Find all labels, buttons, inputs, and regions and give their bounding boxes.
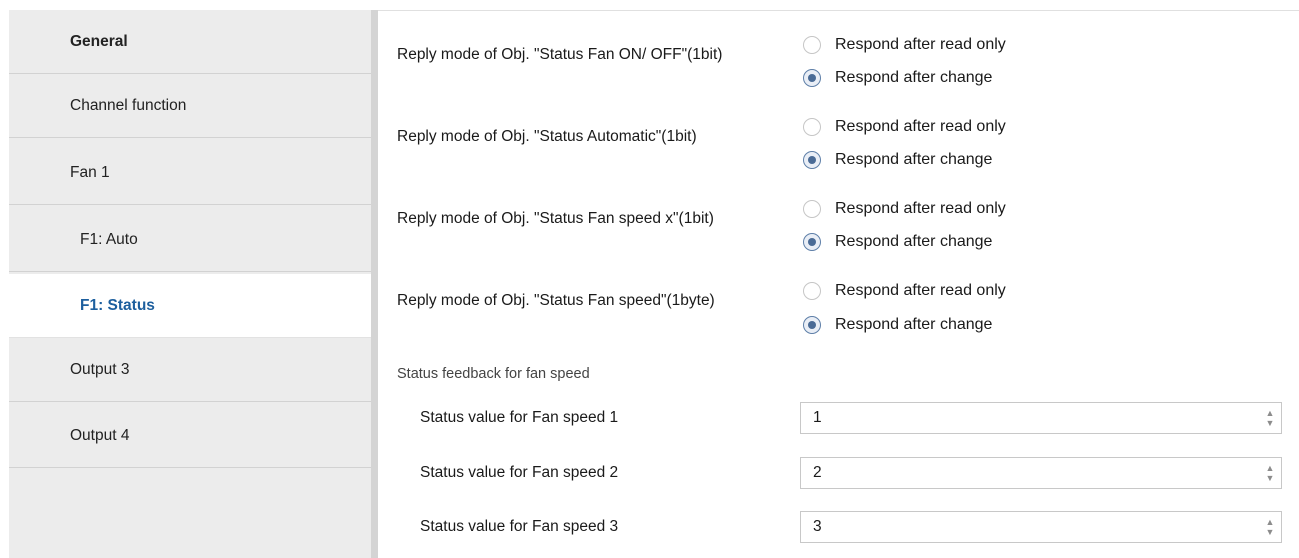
sidebar-item-output-4[interactable]: Output 4: [9, 404, 375, 468]
divider: [378, 10, 1299, 11]
param-label-status-fan-on-off: Reply mode of Obj. "Status Fan ON/ OFF"(…: [397, 46, 723, 63]
radio-label: Respond after change: [835, 233, 993, 250]
sidebar-item-label: Channel function: [70, 96, 187, 114]
arrow-up-icon[interactable]: ▲: [1266, 408, 1275, 418]
radio-respond-after-read-only[interactable]: Respond after read only: [803, 114, 1006, 140]
arrow-up-icon[interactable]: ▲: [1266, 463, 1275, 473]
radio-button-selected[interactable]: [803, 151, 821, 169]
radio-label: Respond after change: [835, 316, 993, 333]
radio-label: Respond after read only: [835, 36, 1006, 53]
sidebar-item-label: Output 3: [70, 360, 130, 378]
radio-label: Respond after read only: [835, 282, 1006, 299]
radio-button-selected[interactable]: [803, 233, 821, 251]
sidebar-item-fan-1[interactable]: Fan 1: [9, 141, 375, 205]
stepper-value[interactable]: 1: [801, 409, 1259, 427]
sidebar-item-f1-status[interactable]: F1: Status: [9, 274, 375, 338]
sidebar-item-channel-function[interactable]: Channel function: [9, 74, 375, 138]
radio-label: Respond after read only: [835, 118, 1006, 135]
radio-dot-icon: [808, 156, 816, 164]
sidebar-scrollbar[interactable]: [371, 10, 378, 558]
stepper-value[interactable]: 2: [801, 464, 1259, 482]
radio-button[interactable]: [803, 118, 821, 136]
radio-button-selected[interactable]: [803, 69, 821, 87]
arrow-down-icon[interactable]: ▼: [1266, 418, 1275, 428]
fan-speed-2-stepper[interactable]: 2 ▲ ▼: [800, 457, 1282, 489]
radio-label: Respond after read only: [835, 200, 1006, 217]
param-label-status-fan-speed-x: Reply mode of Obj. "Status Fan speed x"(…: [397, 210, 714, 227]
sidebar-item-label: F1: Status: [80, 296, 155, 314]
radio-button[interactable]: [803, 36, 821, 54]
sidebar-item-label: Fan 1: [70, 163, 110, 181]
radio-dot-icon: [808, 74, 816, 82]
sidebar-item-general[interactable]: General: [9, 10, 375, 74]
stepper-arrows: ▲ ▼: [1259, 512, 1281, 542]
sidebar: General Channel function Fan 1 F1: Auto …: [9, 10, 375, 558]
spin-label-fan-speed-2: Status value for Fan speed 2: [420, 464, 619, 481]
radio-button[interactable]: [803, 282, 821, 300]
sidebar-item-output-3[interactable]: Output 3: [9, 338, 375, 402]
radio-label: Respond after change: [835, 151, 993, 168]
sidebar-item-label: Output 4: [70, 426, 130, 444]
stepper-arrows: ▲ ▼: [1259, 458, 1281, 488]
arrow-down-icon[interactable]: ▼: [1266, 473, 1275, 483]
sidebar-item-f1-auto[interactable]: F1: Auto: [9, 208, 375, 272]
radio-respond-after-change[interactable]: Respond after change: [803, 229, 992, 255]
radio-respond-after-read-only[interactable]: Respond after read only: [803, 278, 1006, 304]
radio-button[interactable]: [803, 200, 821, 218]
radio-label: Respond after change: [835, 69, 993, 86]
radio-dot-icon: [808, 321, 816, 329]
spin-label-fan-speed-3: Status value for Fan speed 3: [420, 518, 619, 535]
radio-respond-after-change[interactable]: Respond after change: [803, 65, 992, 91]
param-label-status-fan-speed-1byte: Reply mode of Obj. "Status Fan speed"(1b…: [397, 292, 715, 309]
param-label-status-automatic: Reply mode of Obj. "Status Automatic"(1b…: [397, 128, 697, 145]
radio-button-selected[interactable]: [803, 316, 821, 334]
sidebar-item-label: General: [70, 32, 128, 50]
fan-speed-3-stepper[interactable]: 3 ▲ ▼: [800, 511, 1282, 543]
arrow-down-icon[interactable]: ▼: [1266, 527, 1275, 537]
radio-respond-after-change[interactable]: Respond after change: [803, 147, 992, 173]
radio-respond-after-change[interactable]: Respond after change: [803, 312, 992, 338]
stepper-arrows: ▲ ▼: [1259, 403, 1281, 433]
fan-speed-1-stepper[interactable]: 1 ▲ ▼: [800, 402, 1282, 434]
section-label-status-feedback: Status feedback for fan speed: [397, 366, 590, 382]
radio-respond-after-read-only[interactable]: Respond after read only: [803, 32, 1006, 58]
radio-respond-after-read-only[interactable]: Respond after read only: [803, 196, 1006, 222]
spin-label-fan-speed-1: Status value for Fan speed 1: [420, 409, 619, 426]
radio-dot-icon: [808, 238, 816, 246]
arrow-up-icon[interactable]: ▲: [1266, 517, 1275, 527]
stepper-value[interactable]: 3: [801, 518, 1259, 536]
sidebar-item-label: F1: Auto: [80, 230, 138, 248]
